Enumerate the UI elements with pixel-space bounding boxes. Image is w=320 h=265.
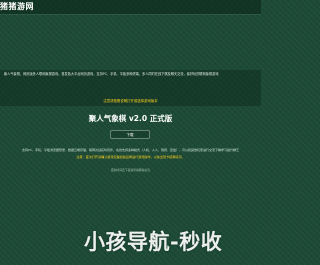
intro-notice: 注意请按照说明打开或选择游戏版本 (103, 99, 158, 103)
header-bar (0, 0, 261, 14)
header-divider (0, 14, 261, 15)
product-title: 聚人气象棋 v2.0 正式版 (88, 114, 173, 123)
warning-text: 注意：首次打开请确认游戏完整加载后再进行游戏操作，以免出现卡顿等情况。 (76, 155, 185, 159)
intro-text: 聚人气象棋，网页版多人联网象棋游戏，首发各大平台网页游戏，支持PC、手机、平板多… (4, 72, 219, 76)
site-logo[interactable]: 猪猪游网 (0, 1, 34, 12)
update-note: 更新时间及下载请查看网站信息 (110, 168, 151, 172)
download-button[interactable]: 下载 (110, 130, 150, 139)
watermark-text: 小孩导航-秒收 (84, 230, 223, 254)
product-description: 支持PC、手机、平板浏览器登录，数据云端存储，联网对战实时同步，在线支持多种模式… (22, 148, 239, 152)
